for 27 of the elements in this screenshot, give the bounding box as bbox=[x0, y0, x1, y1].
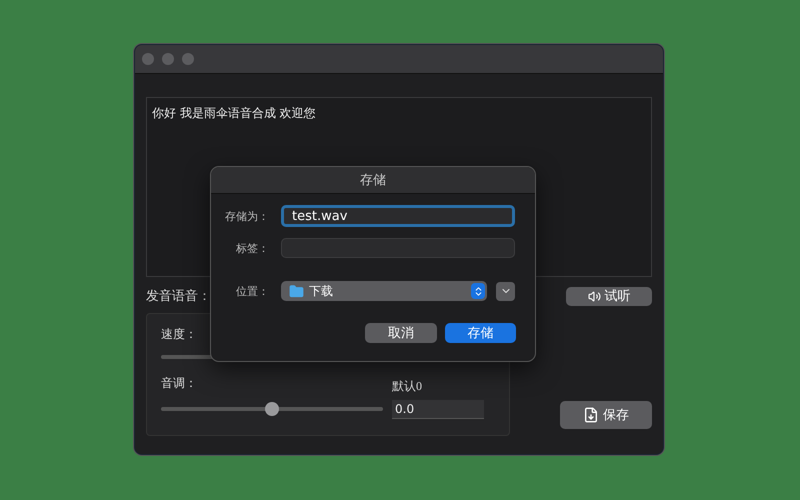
pitch-slider[interactable] bbox=[161, 402, 383, 416]
location-popup[interactable]: 下载 bbox=[281, 281, 487, 301]
voice-label: 发音语音： bbox=[146, 288, 211, 305]
preview-button[interactable]: 试听 bbox=[566, 286, 652, 306]
tags-label: 标签： bbox=[235, 240, 269, 256]
speaker-icon bbox=[588, 290, 600, 302]
folder-icon bbox=[289, 284, 304, 298]
stepper-icon bbox=[471, 283, 485, 299]
slider-thumb[interactable] bbox=[265, 402, 279, 416]
file-name-field[interactable]: test.wav bbox=[281, 205, 515, 227]
input-text: 你好 我是雨伞语音合成 欢迎您 bbox=[152, 106, 316, 120]
save-as-label: 存储为： bbox=[224, 208, 269, 224]
minimize-button[interactable] bbox=[162, 53, 174, 65]
speed-label: 速度： bbox=[161, 326, 198, 343]
save-confirm-button[interactable]: 存储 bbox=[445, 323, 516, 343]
dialog-title: 存储 bbox=[360, 172, 386, 189]
tags-field[interactable] bbox=[281, 238, 515, 258]
pitch-label: 音调： bbox=[161, 374, 198, 392]
close-button[interactable] bbox=[142, 53, 154, 65]
zoom-button[interactable] bbox=[182, 53, 194, 65]
location-label: 位置： bbox=[235, 284, 269, 298]
file-download-icon bbox=[583, 407, 599, 423]
expand-button[interactable] bbox=[496, 282, 515, 300]
save-button[interactable]: 保存 bbox=[560, 401, 652, 429]
pitch-field[interactable]: 0.0 bbox=[392, 400, 484, 420]
default-hint: 默认0 bbox=[392, 378, 423, 396]
cancel-button[interactable]: 取消 bbox=[365, 323, 437, 343]
